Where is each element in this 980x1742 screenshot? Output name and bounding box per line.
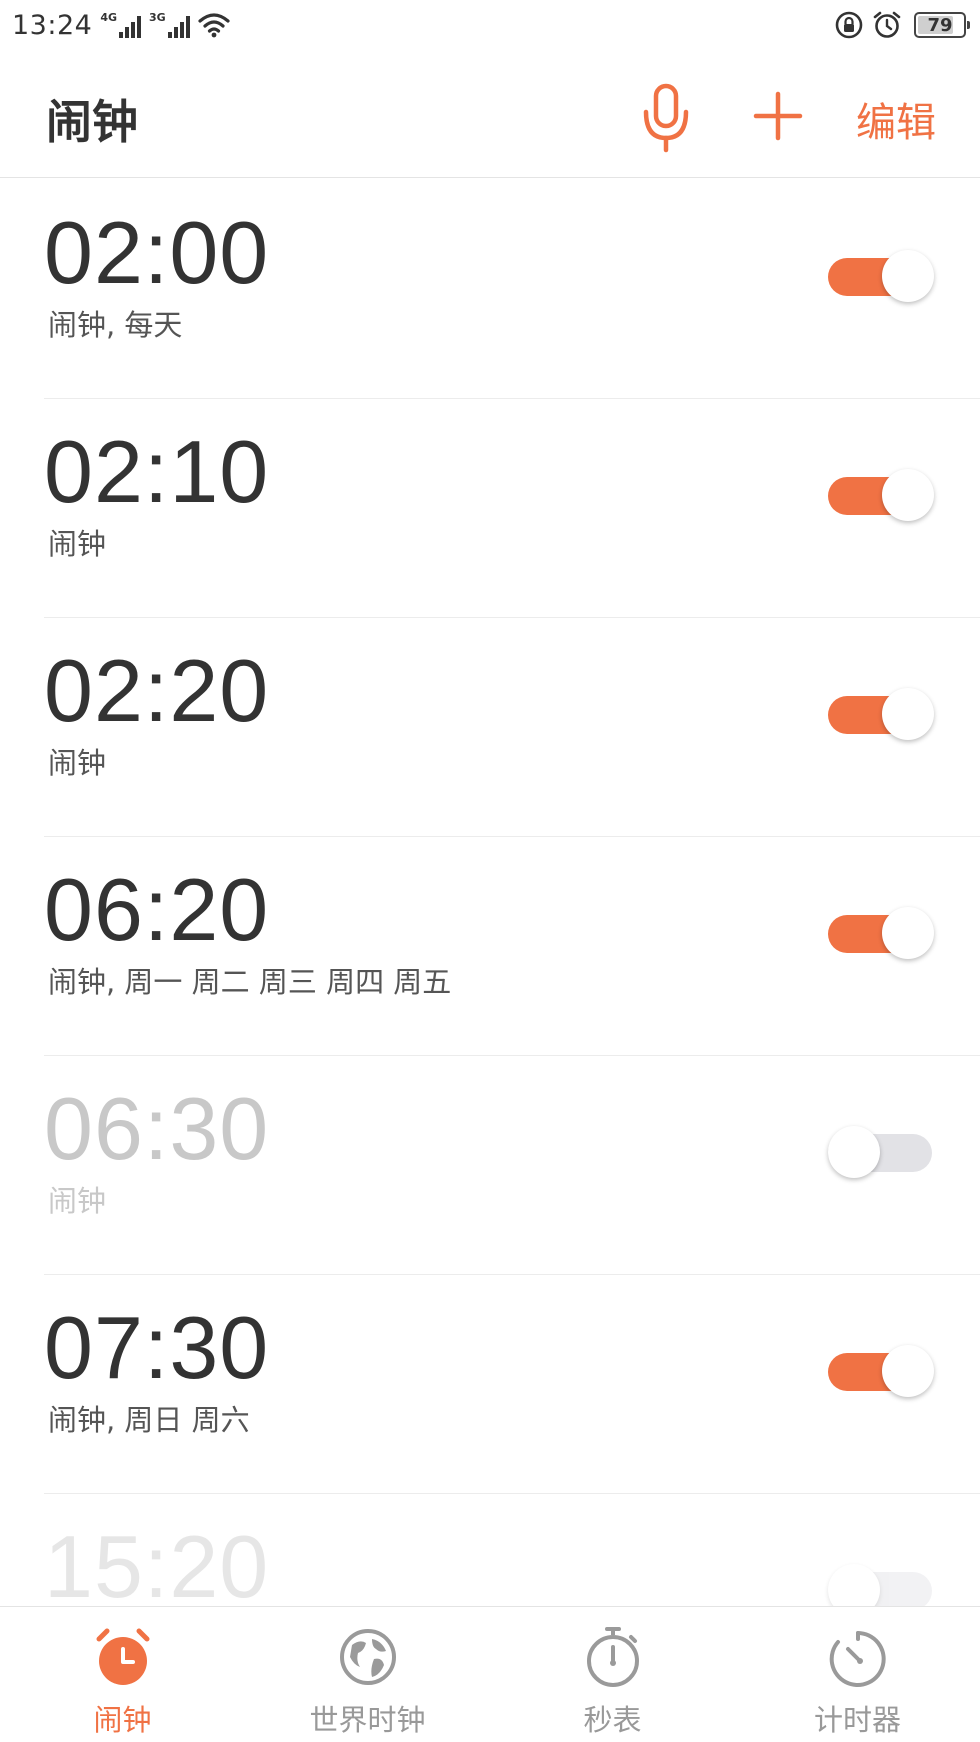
alarm-status-icon bbox=[873, 11, 901, 38]
alarm-row[interactable]: 02:10 闹钟 bbox=[0, 399, 980, 618]
status-bar-right: 79 bbox=[834, 10, 970, 40]
add-alarm-button[interactable] bbox=[752, 90, 804, 142]
microphone-icon bbox=[643, 83, 689, 153]
tab-timer[interactable]: 计时器 bbox=[735, 1607, 980, 1742]
alarm-row[interactable]: 07:30 闹钟, 周日 周六 bbox=[0, 1275, 980, 1494]
alarm-toggle[interactable] bbox=[828, 686, 936, 742]
timer-icon bbox=[829, 1631, 886, 1687]
rotation-lock-icon bbox=[835, 11, 863, 39]
alarm-toggle[interactable] bbox=[828, 248, 936, 304]
status-bar-left: 13:24 4G 3G bbox=[12, 10, 230, 41]
alarm-clock-icon bbox=[96, 1628, 149, 1685]
tab-label: 秒表 bbox=[583, 1703, 642, 1737]
plus-icon bbox=[753, 91, 803, 141]
alarm-time: 15:20 bbox=[44, 1517, 270, 1616]
tab-label: 闹钟 bbox=[93, 1703, 152, 1737]
alarm-label: 闹钟, 周日 周六 bbox=[48, 1403, 250, 1437]
voice-input-button[interactable] bbox=[640, 82, 692, 162]
alarm-time: 02:10 bbox=[44, 422, 270, 521]
tab-stopwatch[interactable]: 秒表 bbox=[490, 1607, 735, 1742]
alarm-label: 闹钟 bbox=[48, 527, 107, 561]
alarm-label: 闹钟, 每天 bbox=[48, 308, 183, 342]
app-header: 闹钟 编辑 bbox=[0, 50, 980, 178]
alarm-list: 02:00 闹钟, 每天 02:10 闹钟 02:20 闹钟 06:20 闹钟,… bbox=[0, 180, 980, 1713]
battery-icon: 79 bbox=[914, 12, 970, 38]
signal-3g-icon: 3G bbox=[149, 12, 190, 38]
tab-label: 计时器 bbox=[813, 1703, 901, 1737]
alarm-row[interactable]: 02:00 闹钟, 每天 bbox=[0, 180, 980, 399]
alarm-label: 闹钟 bbox=[48, 1184, 107, 1218]
alarm-time: 02:20 bbox=[44, 641, 270, 740]
edit-button[interactable]: 编辑 bbox=[856, 90, 936, 148]
alarm-toggle[interactable] bbox=[828, 905, 936, 961]
alarm-time: 07:30 bbox=[44, 1298, 270, 1397]
alarm-toggle[interactable] bbox=[828, 467, 936, 523]
wifi-icon bbox=[198, 13, 230, 38]
alarm-label: 闹钟 bbox=[48, 746, 107, 780]
alarm-time: 02:00 bbox=[44, 203, 270, 302]
alarm-label: 闹钟, 周一 周二 周三 周四 周五 bbox=[48, 965, 452, 999]
alarm-toggle[interactable] bbox=[828, 1124, 936, 1180]
network-type-2: 3G bbox=[149, 11, 166, 24]
alarm-row[interactable]: 06:20 闹钟, 周一 周二 周三 周四 周五 bbox=[0, 837, 980, 1056]
alarm-time: 06:30 bbox=[44, 1079, 270, 1178]
alarm-row[interactable]: 06:30 闹钟 bbox=[0, 1056, 980, 1275]
status-time: 13:24 bbox=[12, 9, 93, 41]
alarm-time: 06:20 bbox=[44, 860, 270, 959]
network-type-1: 4G bbox=[100, 11, 117, 24]
stopwatch-icon bbox=[586, 1627, 639, 1687]
battery-percentage: 79 bbox=[927, 14, 953, 36]
clock-app-screen: 13:24 4G 3G 79 闹钟 编辑 02:00 闹钟, 每天 02:10 … bbox=[0, 0, 980, 1742]
globe-icon bbox=[339, 1629, 396, 1685]
status-bar: 13:24 4G 3G 79 bbox=[0, 0, 980, 50]
tab-world-clock[interactable]: 世界时钟 bbox=[245, 1607, 490, 1742]
tab-alarm[interactable]: 闹钟 bbox=[0, 1607, 245, 1742]
tab-label: 世界时钟 bbox=[309, 1703, 426, 1737]
page-title: 闹钟 bbox=[46, 95, 138, 149]
bottom-nav: 闹钟 世界时钟 秒表 计时器 bbox=[0, 1606, 980, 1742]
alarm-toggle[interactable] bbox=[828, 1343, 936, 1399]
signal-4g-icon: 4G bbox=[100, 12, 141, 38]
alarm-row[interactable]: 02:20 闹钟 bbox=[0, 618, 980, 837]
